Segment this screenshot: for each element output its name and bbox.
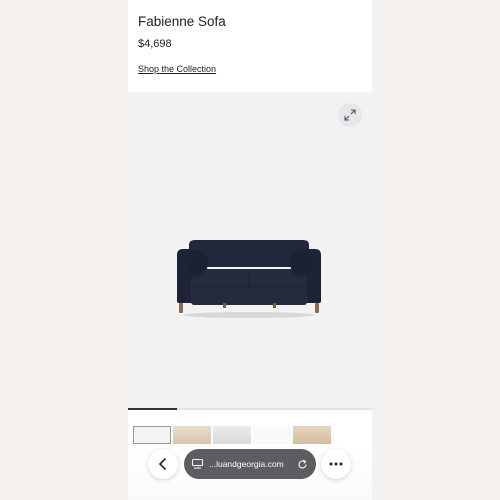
- gallery-progress-bar: [128, 408, 372, 410]
- thumbnail-3[interactable]: [213, 426, 251, 444]
- product-title: Fabienne Sofa: [138, 14, 226, 29]
- phone-screen: Fabienne Sofa $4,698 Shop the Collection: [128, 0, 372, 500]
- tabs-icon: [192, 459, 203, 469]
- browser-toolbar: ...luandgeorgia.com: [128, 444, 372, 500]
- thumbnail-5[interactable]: [293, 426, 331, 444]
- url-bar[interactable]: ...luandgeorgia.com: [184, 449, 316, 479]
- back-button[interactable]: [148, 449, 178, 479]
- reload-icon[interactable]: [297, 459, 308, 470]
- product-info: Fabienne Sofa $4,698 Shop the Collection: [128, 0, 372, 92]
- url-text: ...luandgeorgia.com: [209, 459, 284, 469]
- thumbnail-2[interactable]: [173, 426, 211, 444]
- thumbnail-strip: [128, 426, 372, 444]
- shop-collection-link[interactable]: Shop the Collection: [138, 64, 216, 74]
- sofa-image: [177, 240, 321, 318]
- more-icon: [329, 462, 343, 466]
- expand-icon: [344, 109, 356, 121]
- thumbnail-4[interactable]: [253, 426, 291, 444]
- more-button[interactable]: [321, 449, 351, 479]
- product-gallery[interactable]: [128, 92, 372, 410]
- back-icon: [158, 458, 166, 470]
- expand-button[interactable]: [338, 103, 362, 127]
- thumbnail-1[interactable]: [133, 426, 171, 444]
- gallery-progress-fill: [128, 408, 177, 410]
- product-price: $4,698: [138, 38, 172, 50]
